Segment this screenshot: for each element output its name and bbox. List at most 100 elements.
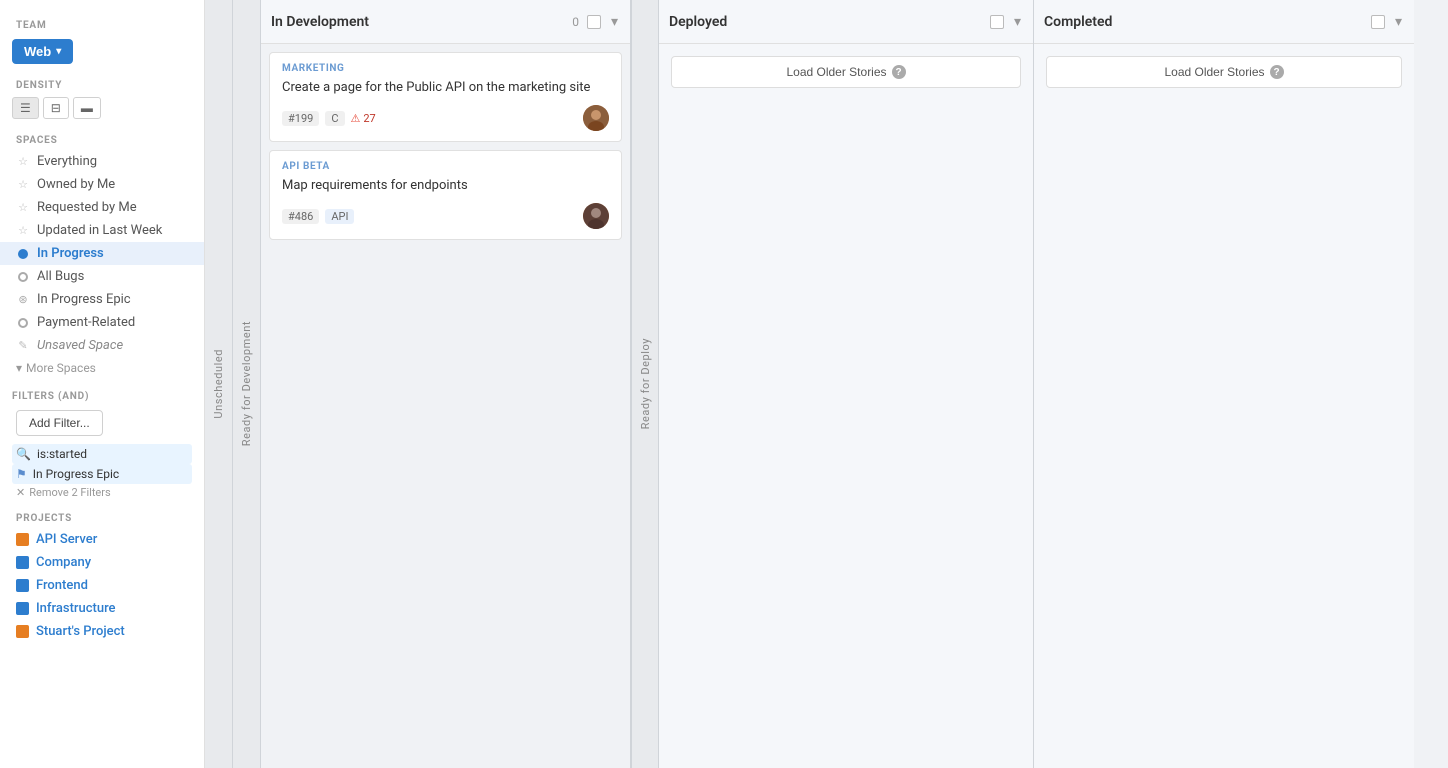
load-older-label: Load Older Stories xyxy=(786,65,886,79)
in-development-checkbox[interactable] xyxy=(587,15,601,29)
in-development-header: In Development 0 ▾ xyxy=(261,0,630,44)
chevron-down-icon: ▾ xyxy=(16,361,22,375)
completed-column: Completed ▾ Load Older Stories ? xyxy=(1034,0,1414,768)
density-list-button[interactable]: ☰ xyxy=(12,97,39,119)
team-button[interactable]: Web ▾ xyxy=(12,39,73,64)
project-frontend[interactable]: Frontend xyxy=(0,574,204,597)
project-checkbox xyxy=(16,556,29,569)
in-development-count: 0 xyxy=(572,15,579,29)
sidebar-item-label: All Bugs xyxy=(37,269,84,284)
density-compact-button[interactable]: ▬ xyxy=(73,97,101,119)
in-development-menu-button[interactable]: ▾ xyxy=(609,13,620,30)
project-company[interactable]: Company xyxy=(0,551,204,574)
circle-icon xyxy=(16,270,30,284)
sidebar-item-label: In Progress xyxy=(37,246,104,261)
project-checkbox xyxy=(16,602,29,615)
sidebar-item-in-progress-epic[interactable]: ⊛ In Progress Epic xyxy=(0,288,204,311)
card-title: Map requirements for endpoints xyxy=(282,177,609,195)
search-icon: 🔍 xyxy=(16,447,31,461)
filter-label: In Progress Epic xyxy=(33,467,119,481)
project-checkbox xyxy=(16,533,29,546)
main-board: Unscheduled Ready for Development In Dev… xyxy=(205,0,1448,768)
sidebar-item-all-bugs[interactable]: All Bugs xyxy=(0,265,204,288)
completed-checkbox[interactable] xyxy=(1371,15,1385,29)
project-label: Stuart's Project xyxy=(36,624,125,639)
deployed-column: Deployed ▾ Load Older Stories ? xyxy=(659,0,1034,768)
ready-for-deploy-column: Ready for Deploy xyxy=(631,0,659,768)
avatar xyxy=(583,105,609,131)
team-row: Web ▾ xyxy=(0,35,204,72)
unscheduled-column: Unscheduled xyxy=(205,0,233,768)
rss-icon: ⊛ xyxy=(16,293,30,307)
help-icon: ? xyxy=(892,65,906,79)
in-development-title: In Development xyxy=(271,14,564,30)
project-checkbox xyxy=(16,579,29,592)
filters-label: FILTERS (AND) xyxy=(12,387,192,408)
blocker-count: 27 xyxy=(363,112,375,125)
sidebar-item-unsaved[interactable]: ✎ Unsaved Space xyxy=(0,334,204,357)
spaces-label: SPACES xyxy=(0,127,204,150)
projects-label: PROJECTS xyxy=(0,505,204,528)
card-meta: #199 C ⚠ 27 xyxy=(282,111,376,126)
project-stuarts[interactable]: Stuart's Project xyxy=(0,620,204,643)
card-title: Create a page for the Public API on the … xyxy=(282,79,609,97)
density-row: ☰ ⊟ ▬ xyxy=(0,95,204,127)
filter-is-started[interactable]: 🔍 is:started xyxy=(12,444,192,464)
sidebar: TEAM Web ▾ DENSITY ☰ ⊟ ▬ SPACES ☆ Everyt… xyxy=(0,0,205,768)
filter-in-progress-epic[interactable]: ⚑ In Progress Epic xyxy=(12,464,192,484)
deployed-menu-button[interactable]: ▾ xyxy=(1012,13,1023,30)
ready-for-dev-column: Ready for Development xyxy=(233,0,261,768)
sidebar-item-owned[interactable]: ☆ Owned by Me xyxy=(0,173,204,196)
completed-load-older-button[interactable]: Load Older Stories ? xyxy=(1046,56,1402,88)
add-filter-button[interactable]: Add Filter... xyxy=(16,410,103,436)
sidebar-item-updated[interactable]: ☆ Updated in Last Week xyxy=(0,219,204,242)
star-icon: ☆ xyxy=(16,178,30,192)
in-development-cards: MARKETING Create a page for the Public A… xyxy=(261,44,630,768)
ready-for-dev-label-text: Ready for Development xyxy=(240,321,253,446)
sidebar-item-payment[interactable]: Payment-Related xyxy=(0,311,204,334)
edit-icon: ✎ xyxy=(16,339,30,353)
sidebar-item-requested[interactable]: ☆ Requested by Me xyxy=(0,196,204,219)
ready-for-dev-rotated-label: Ready for Development xyxy=(233,0,261,768)
in-development-column: In Development 0 ▾ MARKETING Create a pa… xyxy=(261,0,631,768)
project-api-server[interactable]: API Server xyxy=(0,528,204,551)
close-icon: ✕ xyxy=(16,486,25,499)
deployed-title: Deployed xyxy=(669,14,982,30)
card-footer: #199 C ⚠ 27 xyxy=(282,105,609,131)
card-meta: #486 API xyxy=(282,209,354,224)
card-footer: #486 API xyxy=(282,203,609,229)
story-card-486[interactable]: API BETA Map requirements for endpoints … xyxy=(269,150,622,240)
chevron-down-icon: ▾ xyxy=(56,46,61,57)
more-spaces-button[interactable]: ▾ More Spaces xyxy=(0,357,204,379)
card-label: MARKETING xyxy=(282,63,609,74)
card-tag-c: C xyxy=(325,111,344,126)
density-medium-button[interactable]: ⊟ xyxy=(43,97,69,119)
card-blocker: ⚠ 27 xyxy=(351,112,376,125)
deployed-load-older-button[interactable]: Load Older Stories ? xyxy=(671,56,1021,88)
star-icon: ☆ xyxy=(16,201,30,215)
filter-label: is:started xyxy=(37,447,87,461)
ready-for-deploy-label-text: Ready for Deploy xyxy=(639,338,652,429)
project-label: Company xyxy=(36,555,91,570)
avatar xyxy=(583,203,609,229)
sidebar-item-in-progress[interactable]: In Progress xyxy=(0,242,204,265)
completed-menu-button[interactable]: ▾ xyxy=(1393,13,1404,30)
project-checkbox xyxy=(16,625,29,638)
load-older-label: Load Older Stories xyxy=(1164,65,1264,79)
completed-title: Completed xyxy=(1044,14,1363,30)
sidebar-item-label: Updated in Last Week xyxy=(37,223,162,238)
project-label: API Server xyxy=(36,532,97,547)
star-icon: ☆ xyxy=(16,224,30,238)
density-label: DENSITY xyxy=(0,72,204,95)
story-card-199[interactable]: MARKETING Create a page for the Public A… xyxy=(269,52,622,142)
team-name: Web xyxy=(24,44,51,59)
sidebar-item-label: Everything xyxy=(37,154,97,169)
in-development-section: In Development 0 ▾ MARKETING Create a pa… xyxy=(261,0,659,768)
deployed-header: Deployed ▾ xyxy=(659,0,1033,44)
project-infrastructure[interactable]: Infrastructure xyxy=(0,597,204,620)
remove-filters-button[interactable]: ✕ Remove 2 Filters xyxy=(12,484,192,501)
circle-icon xyxy=(16,316,30,330)
deployed-checkbox[interactable] xyxy=(990,15,1004,29)
blocker-icon: ⚠ xyxy=(351,112,361,125)
sidebar-item-everything[interactable]: ☆ Everything xyxy=(0,150,204,173)
